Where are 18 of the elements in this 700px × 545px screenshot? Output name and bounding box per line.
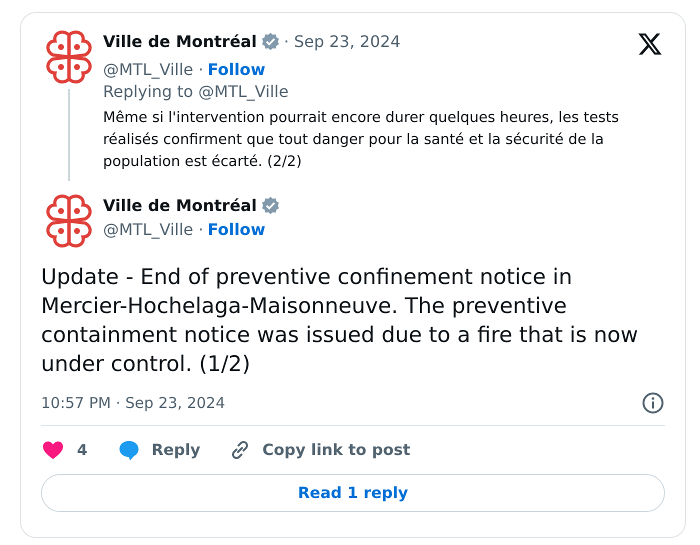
post-text: Update - End of preventive confinement notice in Mercier-Hochelaga-Maisonneuve. The preventive containment notice was issued due to a fire that is now under control. (1/2) <box>41 264 640 379</box>
x-logo-icon[interactable] <box>637 31 663 57</box>
follow-link[interactable]: Follow <box>207 220 266 238</box>
author-name[interactable]: Ville de Montréal <box>103 32 257 50</box>
user-handle[interactable]: @MTL_Ville · <box>103 60 204 78</box>
reply-text: Même si l'intervention pourrait encore durer quelques heures, les tests réalisés confirment que tout danger pour la santé et la sécurité de la population est écarté. (2/2) <box>103 109 620 172</box>
speech-bubble-icon <box>117 438 142 462</box>
follow-link[interactable]: Follow <box>207 60 266 78</box>
info-icon[interactable] <box>641 391 665 415</box>
like-count: 4 <box>77 441 88 459</box>
post-timestamp[interactable]: 10:57 PM · Sep 23, 2024 <box>41 394 226 412</box>
author-name[interactable]: Ville de Montréal <box>103 196 257 214</box>
read-replies-button[interactable]: Read 1 reply <box>41 474 665 512</box>
user-handle[interactable]: @MTL_Ville · <box>103 220 204 238</box>
reply-button[interactable]: Reply <box>117 438 200 462</box>
replying-to-text: Replying to @MTL_Ville <box>103 82 290 101</box>
post-date[interactable]: · Sep 23, 2024 <box>284 32 400 50</box>
copy-link-button[interactable]: Copy link to post <box>228 438 410 462</box>
